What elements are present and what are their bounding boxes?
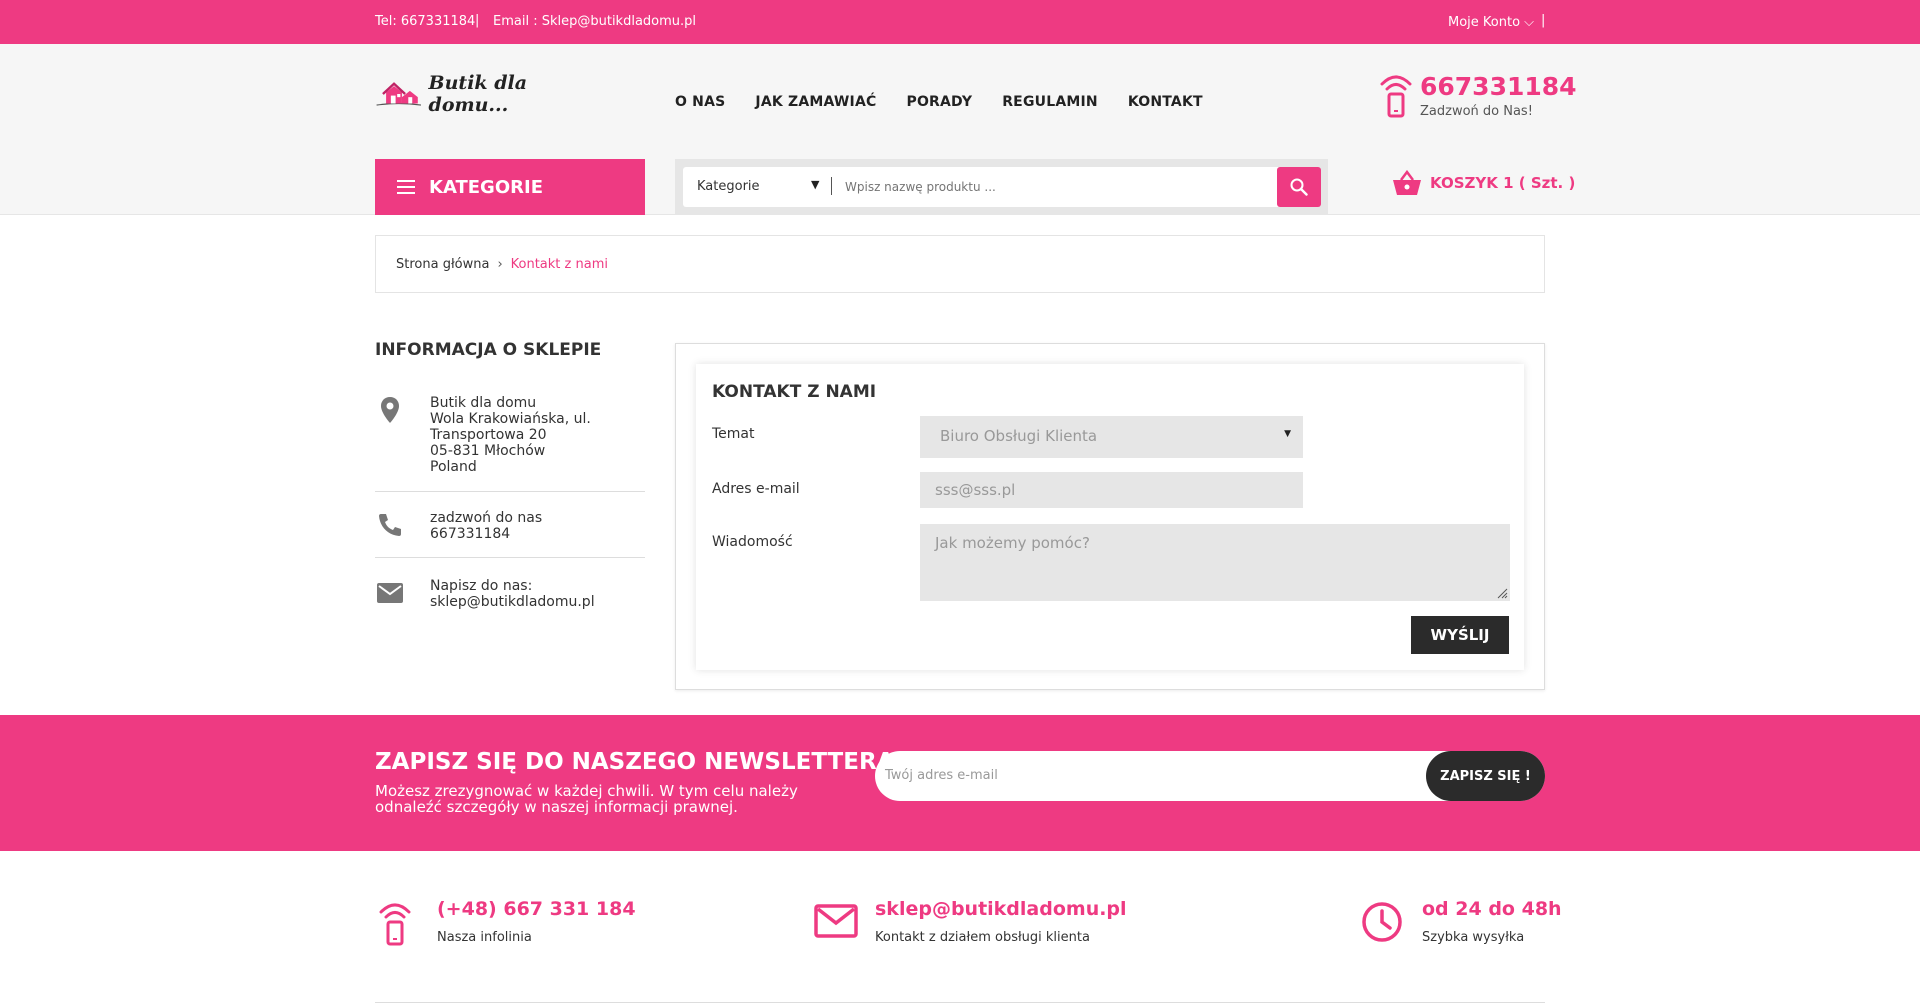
newsletter-placeholder: Twój adres e-mail xyxy=(885,768,998,783)
chevron-right-icon: › xyxy=(497,256,503,272)
nav-porady[interactable]: PORADY xyxy=(906,94,972,110)
email-placeholder: sss@sss.pl xyxy=(935,481,1016,499)
caret-down-icon: ▼ xyxy=(1284,429,1291,439)
subject-select[interactable]: Biuro Obsługi Klienta ▼ xyxy=(920,416,1303,458)
clock-icon xyxy=(1362,902,1402,942)
logo[interactable]: Butik dla domu... xyxy=(375,72,575,116)
logo-text: Butik dla domu... xyxy=(428,72,528,116)
address-line: Wola Krakowiańska, ul. xyxy=(430,411,591,427)
top-separator-right: | xyxy=(1541,13,1546,28)
footer-phone[interactable]: (+48) 667 331 184 xyxy=(437,898,636,920)
newsletter-title: ZAPISZ SIĘ DO NASZEGO NEWSLETTERA xyxy=(375,749,895,775)
top-separator: | xyxy=(475,13,480,28)
sidebar-divider xyxy=(375,557,645,558)
footer-email-sub: Kontakt z działem obsługi klienta xyxy=(875,930,1090,945)
call-label: zadzwoń do nas xyxy=(430,510,543,526)
phone-icon xyxy=(1380,75,1412,118)
resize-handle-icon[interactable] xyxy=(1496,587,1508,599)
address-line: Poland xyxy=(430,459,477,475)
message-textarea[interactable]: Jak możemy pomóc? xyxy=(920,524,1510,601)
basket-icon xyxy=(1393,170,1421,195)
mail-icon xyxy=(377,583,403,603)
newsletter-subscribe-button[interactable]: ZAPISZ SIĘ ! xyxy=(1426,751,1545,801)
address-line: 05-831 Młochów xyxy=(430,443,546,459)
nav-regulamin[interactable]: REGULAMIN xyxy=(1002,94,1098,110)
top-email[interactable]: Email : Sklep@butikdladomu.pl xyxy=(493,14,696,29)
search-button[interactable] xyxy=(1277,167,1321,207)
cart[interactable]: KOSZYK 1 ( Szt. ) xyxy=(1392,170,1575,196)
search-category-select[interactable]: Kategorie xyxy=(697,179,760,194)
footer-shipping-sub: Szybka wysyłka xyxy=(1422,930,1525,945)
mail-label: Napisz do nas: xyxy=(430,578,533,594)
account-menu[interactable]: Moje Konto ⌵ xyxy=(1448,15,1534,30)
nav-o-nas[interactable]: O NAS xyxy=(675,94,725,110)
nav-kontakt[interactable]: KONTAKT xyxy=(1128,94,1203,110)
search-input[interactable] xyxy=(845,177,1265,197)
subject-label: Temat xyxy=(712,426,755,442)
call-number[interactable]: 667331184 xyxy=(430,526,542,542)
breadcrumb: Strona główna › Kontakt z nami xyxy=(375,235,1545,293)
sidebar-address: Butik dla domu Wola Krakowiańska, ul. Tr… xyxy=(375,395,645,475)
footer-divider xyxy=(375,1002,1545,1003)
message-label: Wiadomość xyxy=(712,534,793,550)
contact-form: KONTAKT Z NAMI Temat Biuro Obsługi Klien… xyxy=(696,364,1524,670)
breadcrumb-home[interactable]: Strona główna xyxy=(396,257,489,272)
contact-panel: KONTAKT Z NAMI Temat Biuro Obsługi Klien… xyxy=(675,343,1545,690)
phone-icon xyxy=(379,903,411,946)
footer-email[interactable]: sklep@butikdladomu.pl xyxy=(875,898,1127,920)
breadcrumb-current: Kontakt z nami xyxy=(510,256,608,272)
newsletter-description: Możesz zrezygnować w każdej chwili. W ty… xyxy=(375,782,798,816)
footer-phone-sub: Nasza infolinia xyxy=(437,930,532,945)
header: Butik dla domu... O NAS JAK ZAMAWIAĆ POR… xyxy=(0,44,1920,215)
hamburger-icon xyxy=(397,180,415,194)
search-inner: Kategorie ▼ xyxy=(683,167,1321,207)
sidebar-divider xyxy=(375,491,645,492)
main-nav: O NAS JAK ZAMAWIAĆ PORADY REGULAMIN KONT… xyxy=(675,94,1203,110)
search-bar: Kategorie ▼ xyxy=(675,159,1328,215)
top-phone[interactable]: Tel: 667331184 xyxy=(375,14,475,29)
address-line: Butik dla domu xyxy=(430,395,537,411)
caret-down-icon[interactable]: ▼ xyxy=(811,178,819,191)
email-label: Adres e-mail xyxy=(712,481,800,497)
categories-label: KATEGORIE xyxy=(429,176,543,198)
top-bar: Tel: 667331184 | Email : Sklep@butikdlad… xyxy=(0,0,1920,44)
footer-shipping: od 24 do 48h xyxy=(1422,898,1562,920)
send-button[interactable]: WYŚLIJ xyxy=(1411,616,1509,654)
address-line: Transportowa 20 xyxy=(430,427,547,443)
email-field[interactable]: sss@sss.pl xyxy=(920,472,1303,508)
house-logo-icon xyxy=(376,82,422,106)
location-pin-icon xyxy=(381,397,399,423)
subject-value: Biuro Obsługi Klienta xyxy=(940,427,1098,445)
sidebar-title: INFORMACJA O SKLEPIE xyxy=(375,340,602,360)
message-placeholder: Jak możemy pomóc? xyxy=(935,534,1090,552)
sidebar-mail: Napisz do nas: sklep@butikdladomu.pl xyxy=(375,578,645,614)
newsletter-section: ZAPISZ SIĘ DO NASZEGO NEWSLETTERA Możesz… xyxy=(0,715,1920,851)
header-phone-number: 667331184 xyxy=(1420,72,1577,101)
phone-handset-icon xyxy=(379,514,401,536)
contact-title: KONTAKT Z NAMI xyxy=(712,382,877,402)
categories-button[interactable]: KATEGORIE xyxy=(375,159,645,215)
nav-jak-zamawiac[interactable]: JAK ZAMAWIAĆ xyxy=(755,94,876,110)
mail-address[interactable]: sklep@butikdladomu.pl xyxy=(430,594,595,610)
sidebar-phone: zadzwoń do nas 667331184 xyxy=(375,510,645,546)
cart-label: KOSZYK 1 ( Szt. ) xyxy=(1430,174,1576,192)
search-icon xyxy=(1290,178,1308,196)
search-divider xyxy=(831,177,832,195)
header-phone-sub: Zadzwoń do Nas! xyxy=(1420,104,1533,119)
mail-icon xyxy=(814,904,858,938)
